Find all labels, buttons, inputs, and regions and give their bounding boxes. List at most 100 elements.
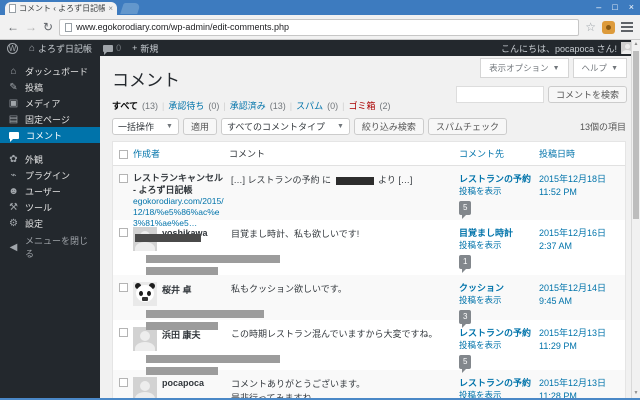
sidebar-item-appearance[interactable]: ✿ 外観 — [0, 151, 100, 167]
bulk-action-select[interactable]: 一括操作 ▼ — [112, 118, 179, 135]
browser-titlebar: コメント ‹ よろず日記帳 — W × – □ × — [0, 0, 640, 15]
favicon-icon — [9, 4, 16, 13]
row-checkbox[interactable] — [118, 228, 128, 237]
minimize-button[interactable]: – — [596, 2, 601, 12]
pingback-title: レストランキャンセル - よろず日記帳 — [133, 173, 224, 195]
scrollbar-thumb[interactable] — [633, 51, 639, 219]
in-response-to-link[interactable]: レストランの予約 — [459, 327, 539, 340]
sidebar-item-pages[interactable]: ▤ 固定ページ — [0, 111, 100, 127]
help-button[interactable]: ヘルプ ▼ — [572, 58, 627, 78]
submitted-date-link[interactable]: 2015年12月14日 9:45 AM — [539, 282, 625, 330]
sidebar-item-settings[interactable]: ⚙ 設定 — [0, 215, 100, 231]
filter-pending[interactable]: 承認待ち — [168, 99, 204, 112]
comment-type-select[interactable]: すべてのコメントタイプ ▼ — [220, 118, 350, 135]
comment-text: この時期レストラン混んでいますから大変ですね。 — [231, 329, 438, 339]
new-tab-button[interactable] — [120, 3, 141, 14]
spam-check-button[interactable]: スパムチェック — [427, 118, 507, 135]
admin-bar-site-link[interactable]: ⌂ よろず日記帳 — [29, 42, 92, 55]
table-row: 桜井 卓 私もクッション欲しいです。 クッション 投稿を表示 3 2015年12… — [113, 275, 625, 330]
search-input[interactable] — [455, 86, 544, 103]
comment-count-bubble[interactable]: 5 — [459, 355, 472, 373]
author-name: pocapoca — [162, 378, 205, 388]
plugins-icon: ⌁ — [10, 169, 17, 181]
in-response-to-link[interactable]: レストランの予約 — [459, 377, 539, 390]
row-checkbox[interactable] — [118, 283, 128, 292]
comment-text: 目覚まし時計、私も欲しいです! — [231, 229, 360, 239]
browser-menu-icon[interactable] — [621, 22, 633, 32]
bookmark-star-icon[interactable]: ☆ — [585, 21, 596, 33]
sidebar-item-posts[interactable]: ✎ 投稿 — [0, 79, 100, 95]
scrollbar[interactable]: ▲ ▼ — [631, 40, 640, 398]
in-response-to-link[interactable]: レストランの予約 — [459, 173, 539, 186]
dashboard-icon: ⌂ — [10, 65, 17, 77]
sidebar-item-plugins[interactable]: ⌁ プラグイン — [0, 167, 100, 183]
home-icon: ⌂ — [29, 42, 36, 54]
back-icon[interactable]: ← — [7, 21, 19, 33]
submitted-date-link[interactable]: 2015年12月16日 2:37 AM — [539, 227, 625, 275]
close-button[interactable]: × — [629, 2, 634, 12]
view-post-link[interactable]: 投稿を表示 — [459, 340, 539, 352]
comment-count-bubble[interactable]: 1 — [459, 255, 472, 273]
sidebar-item-users[interactable]: ☻ ユーザー — [0, 183, 100, 199]
view-post-link[interactable]: 投稿を表示 — [459, 186, 539, 198]
comment-count-bubble[interactable]: 5 — [459, 201, 472, 219]
sidebar-item-comments[interactable]: コメント — [0, 127, 104, 143]
filter-all[interactable]: すべて — [112, 99, 138, 112]
filter-trash[interactable]: ゴミ箱 — [348, 99, 375, 112]
tab-title: コメント ‹ よろず日記帳 — W — [19, 4, 106, 13]
wordpress-logo-icon[interactable]: W — [7, 42, 18, 54]
redacted-text — [146, 267, 218, 275]
redacted-text — [146, 255, 280, 263]
wp-admin-bar: W ⌂ よろず日記帳 0 + 新規 こんにちは、pocapoca さん! — [0, 40, 640, 56]
column-header-author[interactable]: 作成者 — [133, 147, 229, 160]
sidebar-item-dashboard[interactable]: ⌂ ダッシュボード — [0, 63, 100, 79]
filter-approved[interactable]: 承認済み — [230, 99, 266, 112]
row-checkbox[interactable] — [118, 328, 128, 337]
select-all-checkbox[interactable] — [118, 149, 128, 159]
url-text: www.egokorodiary.com/wp-admin/edit-comme… — [76, 22, 289, 32]
view-post-link[interactable]: 投稿を表示 — [459, 240, 539, 252]
maximize-button[interactable]: □ — [612, 2, 617, 12]
browser-tab[interactable]: コメント ‹ よろず日記帳 — W × — [5, 2, 117, 15]
comment-text: コメントありがとうございます。 是非行ってみますね。 — [231, 379, 366, 400]
comment-count-bubble[interactable]: 3 — [459, 310, 472, 328]
column-header-in-response-to[interactable]: コメント先 — [459, 147, 539, 160]
extension-icon[interactable] — [602, 20, 615, 34]
in-response-to-link[interactable]: 目覚まし時計 — [459, 227, 539, 240]
comment-text: 私もクッション欲しいです。 — [231, 284, 347, 294]
posts-icon: ✎ — [9, 81, 18, 93]
admin-bar-new-link[interactable]: + 新規 — [132, 42, 158, 55]
reload-icon[interactable]: ↻ — [43, 21, 53, 33]
greeting-text: こんにちは、pocapoca さん! — [500, 43, 617, 54]
submitted-date-link[interactable]: 2015年12月13日 11:28 PM — [539, 377, 625, 400]
url-bar[interactable]: www.egokorodiary.com/wp-admin/edit-comme… — [59, 18, 580, 36]
submitted-date-link[interactable]: 2015年12月13日 11:29 PM — [539, 327, 625, 375]
search-comments-button[interactable]: コメントを検索 — [547, 86, 627, 103]
sidebar-item-media[interactable]: ▣ メディア — [0, 95, 100, 111]
row-checkbox[interactable] — [118, 378, 128, 387]
chevron-down-icon: ▼ — [611, 64, 618, 72]
sidebar-item-tools[interactable]: ⚒ ツール — [0, 199, 100, 215]
tab-close-icon[interactable]: × — [108, 4, 113, 13]
filter-button[interactable]: 絞り込み検索 — [353, 118, 424, 135]
screen-options-button[interactable]: 表示オプション ▼ — [480, 58, 569, 78]
comments-table: 作成者 コメント コメント先 投稿日時 レストランキャンセル - よろず日記帳 … — [112, 141, 626, 400]
plus-icon: + — [132, 43, 138, 53]
apply-button[interactable]: 適用 — [182, 118, 217, 135]
row-checkbox[interactable] — [118, 174, 128, 183]
sidebar-collapse-button[interactable]: ◀ メニューを閉じる — [0, 236, 100, 259]
view-post-link[interactable]: 投稿を表示 — [459, 295, 539, 307]
scroll-up-icon[interactable]: ▲ — [632, 40, 640, 49]
users-icon: ☻ — [8, 185, 19, 197]
admin-bar-comments-link[interactable]: 0 — [103, 43, 121, 55]
admin-bar-account[interactable]: こんにちは、pocapoca さん! — [501, 42, 633, 55]
filter-spam[interactable]: スパム — [296, 99, 323, 112]
pingback-url-link[interactable]: egokorodiary.com/2015/12/18/%e5%86%ac%e3… — [133, 196, 225, 229]
scroll-down-icon[interactable]: ▼ — [632, 389, 640, 398]
column-header-date[interactable]: 投稿日時 — [539, 147, 625, 160]
forward-icon[interactable]: → — [25, 21, 37, 33]
comment-bubble-icon — [103, 44, 114, 55]
main-content: 表示オプション ▼ ヘルプ ▼ コメント コメントを検索 すべて (13) | 承… — [100, 56, 640, 400]
author-name: 桜井 卓 — [162, 285, 192, 295]
in-response-to-link[interactable]: クッション — [459, 282, 539, 295]
